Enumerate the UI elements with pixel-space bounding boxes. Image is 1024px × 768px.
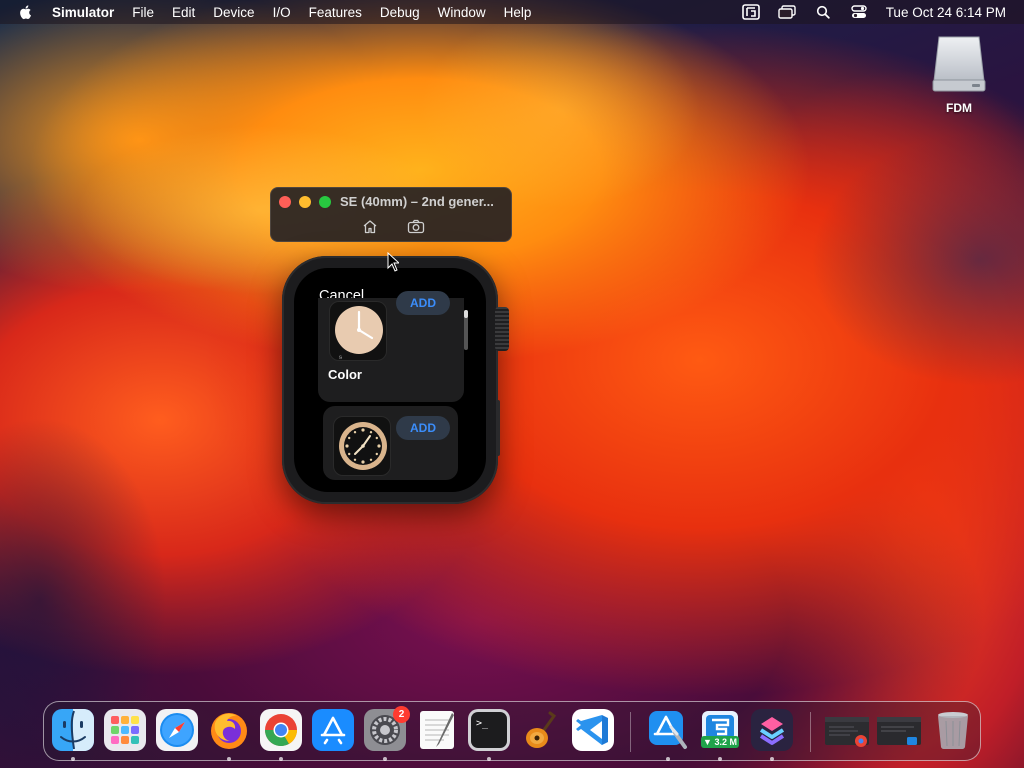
dock-launchpad[interactable] — [104, 709, 146, 751]
menu-clock[interactable]: Tue Oct 24 6:14 PM — [886, 5, 1006, 20]
wallpaper-highlights — [0, 0, 1024, 768]
running-indicator — [770, 757, 774, 761]
dock-chrome[interactable] — [260, 709, 302, 751]
dock-separator — [810, 712, 811, 752]
chrome-window-icon — [825, 717, 869, 747]
dock-vscode[interactable] — [572, 709, 614, 751]
desktop-drive[interactable]: FDM — [926, 34, 992, 115]
menu-debug[interactable]: Debug — [380, 5, 420, 20]
menu-features[interactable]: Features — [309, 5, 362, 20]
dock-app-store[interactable] — [312, 709, 354, 751]
add-gold-face-button[interactable]: ADD — [396, 416, 450, 440]
garageband-icon — [526, 711, 557, 748]
face-card-gold[interactable]: ADD — [323, 406, 458, 480]
app-store-icon — [312, 709, 354, 751]
add-color-face-button[interactable]: ADD — [396, 291, 450, 315]
watch-screen: Cancel ᵴ ADD Color ADD — [294, 268, 486, 492]
gold-face-preview[interactable] — [333, 416, 391, 476]
home-icon[interactable] — [361, 218, 379, 234]
settings-badge: 2 — [393, 706, 410, 723]
apple-menu-icon[interactable] — [18, 4, 34, 20]
desktop-window-icon — [877, 717, 921, 745]
minimize-button[interactable] — [299, 196, 311, 208]
watch-scrollbar[interactable] — [464, 310, 468, 350]
dock: 2 >_ ▼ 3.2 M — [43, 701, 981, 761]
dock-trash[interactable] — [932, 709, 974, 751]
menu-edit[interactable]: Edit — [172, 5, 195, 20]
trash-icon — [938, 712, 968, 750]
menu-help[interactable]: Help — [504, 5, 532, 20]
svg-text:>_: >_ — [476, 718, 489, 729]
fdm-status-icon[interactable] — [741, 4, 760, 20]
download-speed-label: ▼ 3.2 M — [701, 736, 739, 748]
dock-textedit[interactable] — [416, 709, 458, 751]
dock-separator — [630, 712, 631, 752]
dock-terminal[interactable]: >_ — [468, 709, 510, 751]
launchpad-icon — [104, 709, 146, 751]
close-button[interactable] — [279, 196, 291, 208]
digital-crown[interactable] — [495, 307, 509, 351]
textedit-icon — [420, 711, 454, 749]
safari-icon — [156, 709, 198, 751]
screen-mirroring-icon[interactable] — [777, 4, 796, 20]
dock-garageband[interactable] — [520, 709, 562, 751]
dock-xcode[interactable] — [647, 709, 689, 751]
search-icon[interactable] — [814, 4, 832, 20]
dock-minimized-window[interactable] — [876, 709, 922, 751]
drive-label: FDM — [946, 101, 972, 115]
dock-system-settings[interactable]: 2 — [364, 706, 410, 751]
menu-io[interactable]: I/O — [273, 5, 291, 20]
menu-device[interactable]: Device — [213, 5, 254, 20]
external-drive-icon — [932, 36, 986, 92]
watch-scroll-thumb[interactable] — [464, 310, 468, 318]
menu-bar: Simulator File Edit Device I/O Features … — [0, 0, 1024, 24]
running-indicator — [279, 757, 283, 761]
running-indicator — [487, 757, 491, 761]
terminal-icon: >_ — [468, 709, 510, 751]
running-indicator — [383, 757, 387, 761]
dock-fdm[interactable]: ▼ 3.2 M — [699, 709, 741, 751]
finder-icon — [52, 709, 94, 751]
zoom-button[interactable] — [319, 196, 331, 208]
color-face-preview[interactable]: ᵴ — [329, 301, 387, 361]
window-controls — [279, 196, 331, 208]
screenshot-icon[interactable] — [407, 218, 425, 234]
running-indicator — [666, 757, 670, 761]
dock-safari[interactable] — [156, 709, 198, 751]
menu-window[interactable]: Window — [438, 5, 486, 20]
menu-file[interactable]: File — [132, 5, 154, 20]
running-indicator — [71, 757, 75, 761]
menu-app-name[interactable]: Simulator — [52, 5, 114, 20]
svg-text:ᵴ: ᵴ — [338, 354, 342, 361]
status-area: Tue Oct 24 6:14 PM — [741, 4, 1024, 20]
simulator-toolbar — [361, 218, 425, 234]
dock-minimized-chrome-window[interactable] — [824, 709, 870, 751]
side-button[interactable] — [496, 400, 500, 456]
dock-firefox[interactable] — [208, 709, 250, 751]
dock-finder[interactable] — [52, 709, 94, 751]
xcode-icon — [649, 711, 687, 749]
dock-shortcuts[interactable] — [751, 709, 793, 751]
simulator-window-titlebar[interactable]: SE (40mm) – 2nd gener... — [270, 187, 512, 242]
face-name-label: Color — [328, 367, 362, 382]
chrome-icon — [260, 709, 302, 751]
running-indicator — [718, 757, 722, 761]
face-card-color[interactable]: ᵴ ADD Color — [318, 291, 464, 402]
control-center-icon[interactable] — [850, 4, 868, 20]
vscode-icon — [572, 709, 614, 751]
running-indicator — [227, 757, 231, 761]
simulator-window-title: SE (40mm) – 2nd gener... — [340, 194, 494, 209]
mouse-cursor-icon — [387, 252, 399, 272]
shortcuts-icon — [751, 709, 793, 751]
firefox-icon — [211, 713, 247, 749]
